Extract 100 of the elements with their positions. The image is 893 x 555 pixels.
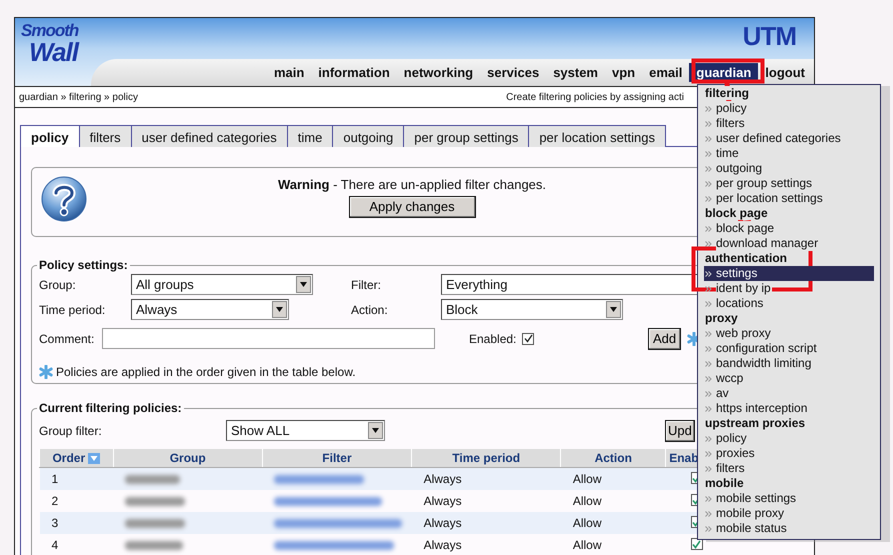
warning-message: Warning - There are un-applied filter changes. <box>278 176 546 194</box>
menu-heading: upstream proxies <box>705 416 806 430</box>
tab[interactable]: time <box>288 125 334 147</box>
action-select[interactable]: Block <box>441 299 623 320</box>
section-legend: Policy settings: <box>37 258 130 272</box>
tab[interactable]: per location settings <box>529 125 666 147</box>
tab[interactable]: per group settings <box>404 125 530 147</box>
comment-field[interactable] <box>102 328 435 349</box>
chevron-icon <box>705 180 712 186</box>
chevron-icon <box>705 286 712 292</box>
enabled-checkbox[interactable] <box>690 538 703 550</box>
blurred-text <box>125 518 186 528</box>
field-label: Group: <box>39 276 77 294</box>
nav-link[interactable]: services <box>480 63 546 82</box>
tab[interactable]: outgoing <box>333 125 404 147</box>
chevron-icon <box>705 360 712 366</box>
chevron-icon <box>705 390 712 396</box>
caret-icon <box>300 282 307 287</box>
logo-text: Wall <box>28 39 80 65</box>
chevron-icon <box>705 346 712 352</box>
chevron-icon <box>705 106 712 112</box>
update-button[interactable]: Upd <box>665 420 695 442</box>
menu-heading: mobile <box>705 476 745 490</box>
field-label: Group filter: <box>39 422 103 440</box>
chevron-icon <box>705 376 712 382</box>
group-select[interactable]: All groups <box>131 274 313 295</box>
caret-icon <box>276 307 283 312</box>
tab[interactable]: policy <box>20 125 80 147</box>
asterisk-icon <box>39 365 53 379</box>
chevron-icon <box>705 166 712 172</box>
table-cell: Always <box>412 512 561 534</box>
menu-item[interactable]: proxies <box>704 446 874 461</box>
chevron-icon <box>705 406 712 412</box>
nav-link[interactable]: networking <box>396 63 480 82</box>
table-cell: 1 <box>40 468 114 490</box>
chevron-icon <box>705 466 712 472</box>
menu-item[interactable]: web proxy <box>704 326 874 341</box>
menu-item[interactable]: av <box>704 386 874 401</box>
menu-item[interactable]: settings <box>704 266 874 281</box>
chevron-icon <box>705 196 712 202</box>
table-cell: Always <box>412 490 561 512</box>
chevron-icon <box>705 450 712 456</box>
column-header[interactable]: Enab <box>669 451 699 465</box>
nav-link[interactable]: email <box>642 63 690 82</box>
group-filter-select[interactable]: Show ALL <box>226 420 385 441</box>
nav-link[interactable]: main <box>266 63 312 82</box>
check-icon <box>692 540 702 548</box>
menu-item[interactable]: time <box>704 146 874 161</box>
blurred-text <box>125 540 184 550</box>
chevron-icon <box>705 136 712 142</box>
nav-link[interactable]: logout <box>758 63 812 82</box>
column-header[interactable]: Filter <box>322 451 352 465</box>
menu-item[interactable]: mobile settings <box>704 491 874 506</box>
field-label: Enabled: <box>469 330 518 348</box>
nav-link[interactable]: system <box>546 63 605 82</box>
table-cell: 3 <box>40 512 114 534</box>
menu-item[interactable]: filters <box>704 116 874 131</box>
blurred-text <box>125 496 186 506</box>
chevron-icon <box>705 526 712 532</box>
add-button[interactable]: Add <box>648 328 682 350</box>
product-name: UTM <box>742 22 796 51</box>
table-cell: 2 <box>40 490 114 512</box>
menu-item[interactable]: locations <box>704 296 874 311</box>
table-cell: Allow <box>560 490 666 512</box>
nav-link[interactable]: vpn <box>605 63 642 82</box>
chevron-icon <box>705 436 712 442</box>
chevron-icon <box>705 240 712 246</box>
menu-item[interactable]: outgoing <box>704 161 874 176</box>
menu-heading: block page <box>705 206 769 220</box>
caret-icon <box>372 428 379 433</box>
chevron-icon <box>705 120 712 126</box>
tab[interactable]: filters <box>80 125 132 147</box>
field-label: Time period: <box>39 302 106 318</box>
enabled-checkbox[interactable] <box>522 332 534 344</box>
menu-item[interactable]: mobile status <box>704 521 874 536</box>
chevron-icon <box>705 330 712 336</box>
column-header[interactable]: Group <box>170 451 206 465</box>
menu-heading: authentication <box>705 251 788 265</box>
chevron-icon <box>705 270 712 276</box>
table-cell: 4 <box>40 534 114 555</box>
check-icon <box>524 334 532 343</box>
chevron-icon <box>705 226 712 232</box>
menu-item[interactable]: mobile proxy <box>704 506 874 521</box>
table-cell: Allow <box>560 512 666 534</box>
blurred-text <box>125 475 180 484</box>
apply-changes-button[interactable]: Apply changes <box>348 196 476 218</box>
nav-link[interactable]: information <box>311 63 397 82</box>
menu-item[interactable]: policy <box>704 431 874 446</box>
table-cell: Allow <box>560 534 666 555</box>
section-legend: Current filtering policies: <box>37 401 184 415</box>
caret-icon <box>610 307 617 312</box>
menu-item[interactable]: block page <box>704 221 874 236</box>
menu-item[interactable]: wccp <box>704 371 874 386</box>
table-cell: Always <box>412 534 561 555</box>
logo-text: Smooth <box>21 22 80 39</box>
time-period-select[interactable]: Always <box>131 299 289 320</box>
menu-item[interactable]: policy <box>704 101 874 116</box>
tab[interactable]: user defined categories <box>132 125 288 147</box>
menu-item[interactable]: filters <box>704 461 874 476</box>
table-cell: Always <box>412 468 561 490</box>
